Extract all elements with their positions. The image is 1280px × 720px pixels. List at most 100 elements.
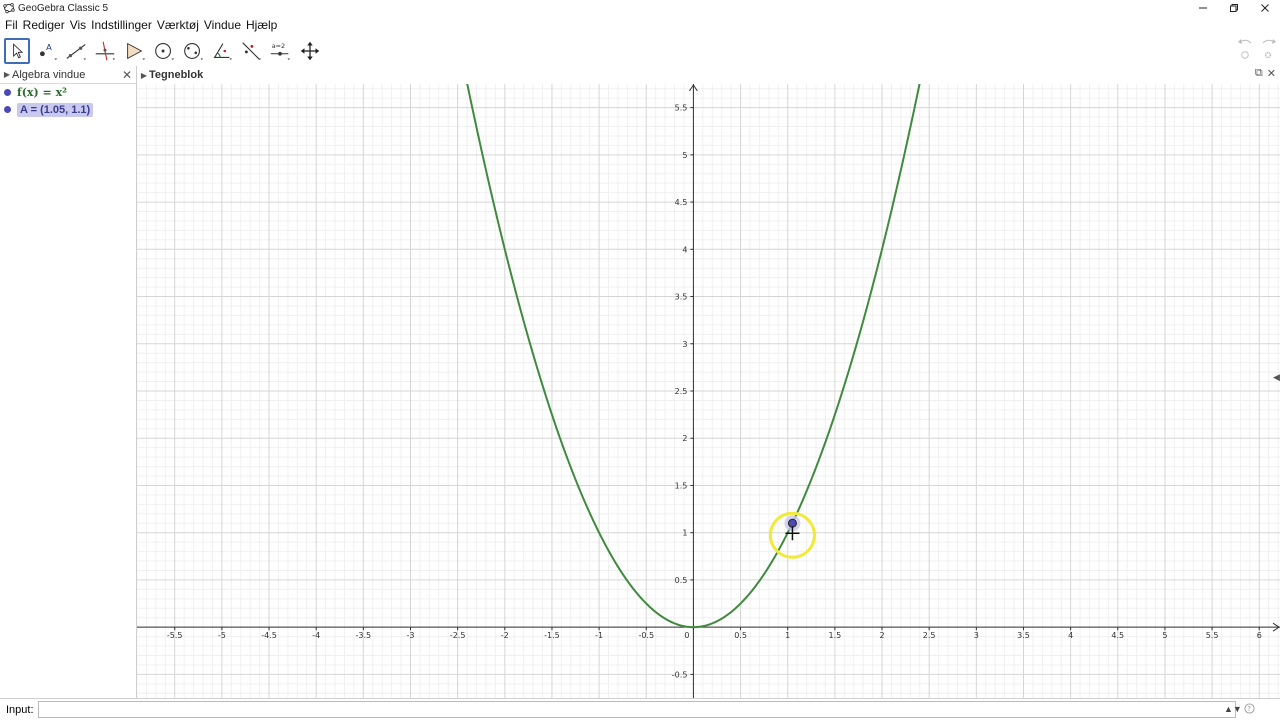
x-tick-label: 4.5: [1111, 631, 1124, 640]
x-tick-label: -2.5: [450, 631, 466, 640]
y-tick-label: 3: [682, 340, 687, 349]
y-tick-label: 1: [682, 529, 687, 538]
graphics-view-header[interactable]: ▶ Tegneblok: [137, 66, 1280, 84]
polygon-icon: [127, 42, 146, 61]
help-icon[interactable]: [1241, 51, 1249, 59]
y-tick-label: -0.5: [672, 670, 688, 679]
svg-text:A: A: [46, 42, 52, 52]
circle-tool-button[interactable]: [151, 38, 177, 64]
tick-labels: -5.5 -5 -4.5 -4 -3.5 -3 -2.5 -2 -1.5 -1 -0.5 0 0.5 1 1…: [167, 104, 1262, 680]
perpendicular-line-icon: [95, 41, 116, 61]
x-tick-label: -0.5: [638, 631, 654, 640]
x-tick-label: 5.5: [1206, 631, 1219, 640]
undo-redo-area: [1200, 36, 1280, 66]
perpendicular-line-tool-button[interactable]: [92, 38, 118, 64]
x-tick-label: 2.5: [923, 631, 936, 640]
menu-rediger[interactable]: Rediger: [23, 18, 65, 32]
x-tick-label: 0: [684, 631, 689, 640]
x-tick-label: -1.5: [544, 631, 560, 640]
menu-bar: Fil Rediger Vis Indstillinger Værktøj Vi…: [0, 16, 1280, 34]
close-button[interactable]: [1249, 0, 1280, 16]
point-a[interactable]: [787, 518, 797, 528]
title-bar: GeoGebra Classic 5: [0, 0, 1280, 16]
angle-tool-button[interactable]: [209, 38, 235, 64]
y-tick-label: 3.5: [675, 293, 688, 302]
close-icon[interactable]: ✕: [122, 68, 132, 82]
geogebra-logo-icon: [3, 3, 15, 14]
input-dropdown-arrow-icon[interactable]: ▲▼: [1224, 704, 1242, 714]
polygon-tool-button[interactable]: [122, 38, 148, 64]
move-tool-button[interactable]: [4, 38, 30, 64]
y-tick-label: 4: [682, 245, 687, 254]
algebra-item-a[interactable]: A = (1.05, 1.1): [0, 101, 136, 118]
y-tick-label: 2.5: [675, 387, 688, 396]
ellipse-tool-button[interactable]: [180, 38, 206, 64]
y-tick-label: 2: [682, 434, 687, 443]
slider-tool-label: a=2: [272, 42, 285, 50]
x-tick-label: -4: [312, 631, 320, 640]
undock-icon[interactable]: ⧉: [1255, 67, 1263, 80]
menu-vis[interactable]: Vis: [70, 18, 86, 32]
y-tick-label: 1.5: [675, 481, 688, 490]
x-tick-label: 1.5: [829, 631, 842, 640]
line-icon: [66, 44, 87, 61]
x-tick-label: -5.5: [167, 631, 183, 640]
svg-text:?: ?: [1247, 705, 1251, 713]
menu-vaerktoej[interactable]: Værktøj: [157, 18, 199, 32]
point-icon: A: [39, 42, 58, 61]
x-tick-label: -4.5: [261, 631, 277, 640]
x-tick-label: 2: [879, 631, 884, 640]
undo-icon[interactable]: [1236, 37, 1254, 47]
x-tick-label: 4: [1068, 631, 1073, 640]
input-field[interactable]: [37, 701, 1236, 718]
point-tool-button[interactable]: A: [34, 38, 60, 64]
collapse-arrow-icon[interactable]: ▶: [139, 71, 149, 80]
toolbar: A a=2: [0, 36, 1280, 66]
menu-hjaelp[interactable]: Hjælp: [246, 18, 277, 32]
close-icon[interactable]: ✕: [1267, 67, 1276, 80]
side-panel-arrow-icon[interactable]: ◀: [1273, 372, 1280, 383]
algebra-view: ▶ Algebra vindue ✕ f(x) = x² A = (1.05, …: [0, 66, 137, 698]
menu-indstillinger[interactable]: Indstillinger: [91, 18, 152, 32]
slider-tool-button[interactable]: a=2: [267, 38, 293, 64]
input-label: Input:: [6, 703, 34, 716]
collapse-arrow-icon[interactable]: ▶: [2, 70, 12, 79]
move-graphics-view-icon: [300, 41, 320, 61]
line-tool-button[interactable]: [63, 38, 89, 64]
x-tick-label: -1: [595, 631, 603, 640]
algebra-item-f[interactable]: f(x) = x²: [0, 84, 136, 101]
graphics-view-title: Tegneblok: [149, 69, 204, 81]
graphics-canvas[interactable]: -5.5 -5 -4.5 -4 -3.5 -3 -2.5 -2 -1.5 -1 -0.5 0 0.5 1 1…: [137, 84, 1280, 698]
algebra-item-f-text: f(x) = x²: [17, 86, 67, 99]
x-tick-label: 3.5: [1017, 631, 1030, 640]
y-tick-label: 5: [682, 151, 687, 160]
algebra-view-header[interactable]: ▶ Algebra vindue: [0, 66, 136, 84]
visibility-toggle[interactable]: [4, 89, 11, 96]
move-graphics-view-tool-button[interactable]: [297, 38, 323, 64]
minimize-icon: [1198, 7, 1207, 9]
x-tick-label: 6: [1257, 631, 1262, 640]
x-tick-label: -5: [218, 631, 226, 640]
restore-icon: [1229, 4, 1238, 12]
ellipse-icon: [184, 43, 204, 61]
move-arrow-icon: [13, 43, 24, 59]
algebra-view-title: Algebra vindue: [12, 68, 86, 81]
settings-gear-icon[interactable]: [1264, 51, 1272, 59]
x-tick-label: 0.5: [734, 631, 747, 640]
circle-icon: [155, 43, 175, 61]
slider-icon: a=2: [270, 42, 291, 61]
x-tick-label: -3: [406, 631, 414, 640]
menu-vindue[interactable]: Vindue: [204, 18, 241, 32]
y-tick-label: 5.5: [675, 104, 688, 113]
window-title: GeoGebra Classic 5: [18, 2, 109, 14]
reflect-tool-button[interactable]: [238, 38, 264, 64]
maximize-button[interactable]: [1218, 0, 1249, 16]
algebra-item-a-text: A = (1.05, 1.1): [17, 102, 94, 117]
menu-fil[interactable]: Fil: [5, 18, 18, 32]
visibility-toggle[interactable]: [4, 106, 11, 113]
input-help-icon[interactable]: ?: [1244, 703, 1255, 714]
redo-icon[interactable]: [1260, 37, 1278, 47]
y-tick-label: 4.5: [675, 198, 688, 207]
minimize-button[interactable]: [1187, 0, 1218, 16]
x-tick-label: 5: [1162, 631, 1167, 640]
